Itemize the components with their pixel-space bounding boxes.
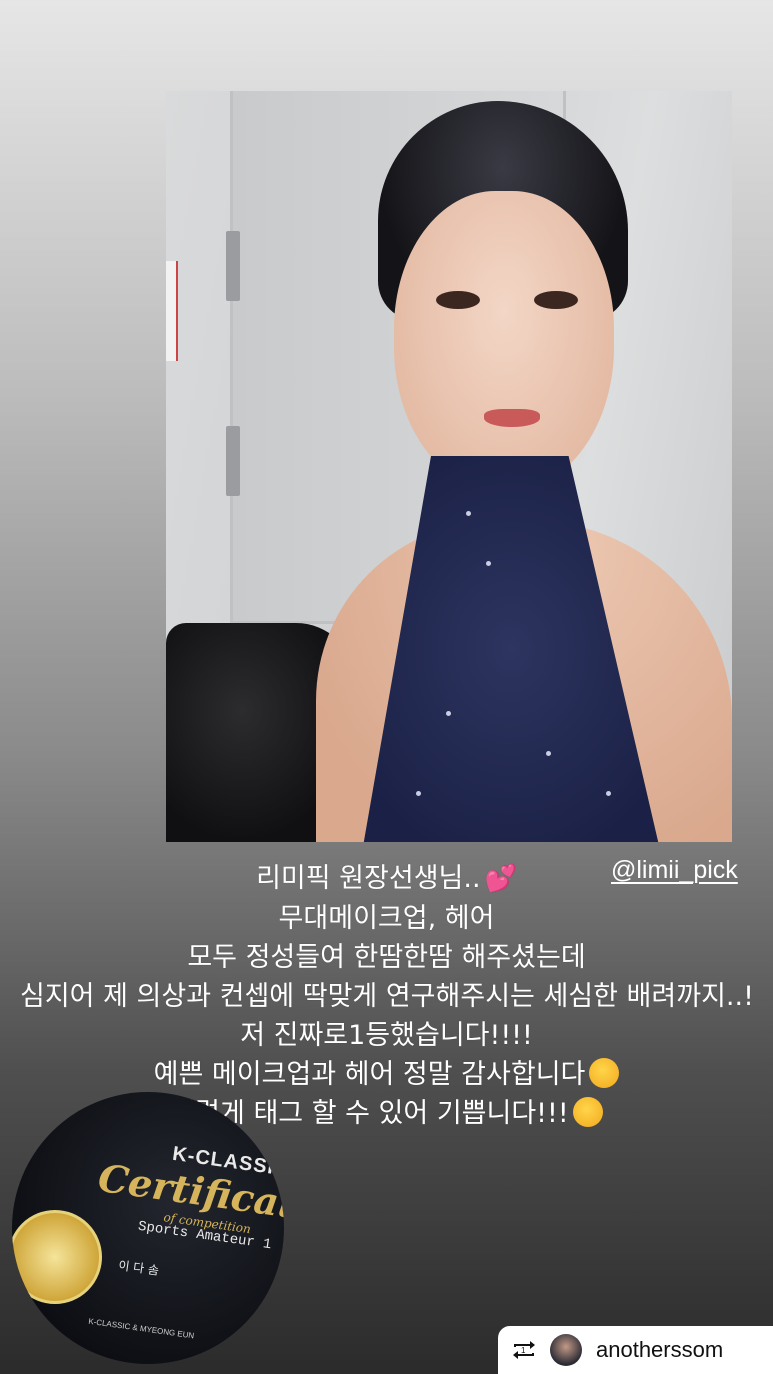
caption-line: 심지어 제 의상과 컨셉에 딱맞게 연구해주시는 세심한 배려까지..!: [20, 981, 754, 1012]
repost-icon: 1: [508, 1334, 540, 1366]
sparkle: [416, 791, 421, 796]
caption-line: 리미픽 원장선생님.. 💕: [20, 859, 753, 899]
sparkle: [486, 561, 491, 566]
sparkle: [606, 791, 611, 796]
lips: [484, 409, 540, 427]
door-hinge: [226, 231, 240, 301]
right-eye: [534, 291, 578, 309]
caption-line: 무대메이크업, 헤어: [278, 903, 495, 934]
main-photo: [166, 91, 732, 842]
certificate-circle[interactable]: K-CLASSIC Certificate of competition Spo…: [12, 1092, 284, 1364]
gold-medal-icon: [12, 1210, 102, 1304]
caption-line: 저 진짜로1등했습니다!!!!: [240, 1020, 533, 1051]
repost-badge[interactable]: 1 anotherssom: [498, 1326, 773, 1374]
door-hinge: [226, 426, 240, 496]
sparkle: [466, 511, 471, 516]
sparkle: [546, 751, 551, 756]
svg-text:1: 1: [521, 1346, 526, 1355]
repost-username[interactable]: anotherssom: [596, 1337, 723, 1363]
wall-sign: [166, 261, 178, 361]
certificate-footer: K-CLASSIC & MYEONG EUN: [87, 1316, 195, 1341]
avatar[interactable]: [550, 1334, 582, 1366]
certificate-name: 이 다 솜: [117, 1258, 160, 1278]
left-eye: [436, 291, 480, 309]
face: [394, 191, 614, 491]
two-hearts-emoji: 💕: [484, 864, 517, 894]
instagram-story: @limii_pick 리미픽 원장선생님.. 💕 무대메이크업, 헤어 모두 정…: [0, 0, 773, 1374]
caption-line: 예쁜 메이크업과 헤어 정말 감사합니다: [20, 1055, 753, 1094]
star-struck-emoji: [572, 1097, 603, 1127]
smiling-face-emoji: [589, 1058, 620, 1088]
sparkle: [446, 711, 451, 716]
caption-line: 모두 정성들여 한땀한땀 해주셨는데: [187, 942, 586, 973]
